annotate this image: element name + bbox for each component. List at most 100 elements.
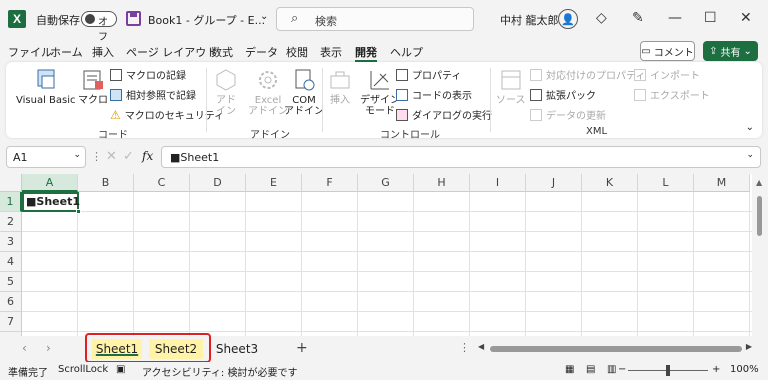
zoom-in-button[interactable]: +	[712, 364, 720, 375]
macro-record-icon[interactable]: ▣	[116, 364, 125, 375]
maximize-button[interactable]: ☐	[704, 10, 717, 26]
cancel-icon[interactable]: ✕	[106, 149, 117, 164]
tab-page-layout[interactable]: ページ レイアウト	[126, 44, 217, 60]
tab-review[interactable]: 校閲	[286, 44, 308, 60]
scroll-up-icon[interactable]: ▲	[756, 178, 762, 187]
row-header-3[interactable]: 3	[0, 232, 22, 252]
column-header-h[interactable]: H	[414, 174, 470, 192]
visual-basic-button[interactable]: Visual Basic	[16, 68, 76, 106]
collapse-ribbon-icon[interactable]: ⌄	[746, 122, 754, 133]
vertical-scrollbar[interactable]: ▲	[752, 174, 768, 336]
map-properties-button[interactable]: 対応付けのプロパティ	[530, 67, 645, 82]
excel-addin-button[interactable]: Excel アドイン	[248, 68, 288, 117]
com-addin-button[interactable]: COM アドイン	[284, 68, 324, 117]
excel-logo-icon: X	[8, 10, 26, 28]
fill-handle[interactable]	[76, 209, 81, 214]
properties-button[interactable]: プロパティ	[396, 67, 461, 82]
minimize-button[interactable]: —	[668, 10, 682, 26]
search-input[interactable]: ⌕ 検索	[276, 7, 474, 31]
select-all-button[interactable]	[0, 174, 22, 192]
zoom-level[interactable]: 100%	[730, 364, 759, 375]
gem-icon[interactable]: ◇	[596, 10, 607, 26]
column-header-k[interactable]: K	[582, 174, 638, 192]
accessibility-status[interactable]: アクセシビリティ: 検討が必要です	[142, 364, 297, 379]
column-header-g[interactable]: G	[358, 174, 414, 192]
row-header-7[interactable]: 7	[0, 312, 22, 332]
column-header-i[interactable]: I	[470, 174, 526, 192]
refresh-data-button[interactable]: データの更新	[530, 107, 606, 122]
column-header-a[interactable]: A	[22, 174, 78, 192]
status-bar: 準備完了 ScrollLock ▣ アクセシビリティ: 検討が必要です ▦ ▤ …	[0, 362, 768, 380]
row-header-4[interactable]: 4	[0, 252, 22, 272]
xml-source-button[interactable]: ソース	[496, 68, 526, 106]
more-icon[interactable]: ⋮	[91, 150, 102, 163]
pen-icon[interactable]: ✎	[632, 10, 644, 26]
row-header-6[interactable]: 6	[0, 292, 22, 312]
name-box[interactable]: A1 ⌄	[6, 146, 86, 168]
tab-insert[interactable]: 挿入	[92, 44, 114, 60]
save-icon[interactable]	[126, 11, 141, 26]
share-button[interactable]: ⇪ 共有 ⌄	[703, 41, 758, 61]
macro-button[interactable]: マクロ	[78, 68, 108, 106]
relative-reference-button[interactable]: 相対参照で記録	[110, 87, 196, 102]
horizontal-scrollbar[interactable]: ◀ ▶	[474, 342, 754, 355]
tab-developer[interactable]: 開発	[355, 44, 377, 62]
scroll-thumb[interactable]	[490, 346, 742, 352]
view-code-button[interactable]: コードの表示	[396, 87, 472, 102]
scroll-thumb[interactable]	[757, 196, 762, 236]
user-name[interactable]: 中村 龍太郎	[500, 12, 559, 28]
run-dialog-button[interactable]: ダイアログの実行	[396, 107, 492, 122]
macro-security-button[interactable]: ⚠ マクロのセキュリティ	[110, 107, 224, 123]
prev-sheet-icon[interactable]: ‹	[22, 341, 27, 355]
chevron-down-icon[interactable]: ⌄	[260, 11, 268, 22]
tab-home[interactable]: ホーム	[50, 44, 83, 60]
tab-help[interactable]: ヘルプ	[390, 44, 423, 60]
tab-formulas[interactable]: 数式	[211, 44, 233, 60]
formula-input[interactable]: ■Sheet1 ⌄	[161, 146, 761, 168]
next-sheet-icon[interactable]: ›	[46, 341, 51, 355]
grid-line	[525, 192, 526, 336]
tab-data[interactable]: データ	[245, 44, 278, 60]
addin-button[interactable]: アド イン	[214, 68, 238, 117]
column-header-j[interactable]: J	[526, 174, 582, 192]
column-header-m[interactable]: M	[694, 174, 750, 192]
tab-view[interactable]: 表示	[320, 44, 342, 60]
column-header-c[interactable]: C	[134, 174, 190, 192]
tab-file[interactable]: ファイル	[8, 44, 52, 60]
avatar[interactable]: 👤	[558, 9, 578, 29]
close-button[interactable]: ✕	[740, 10, 752, 26]
normal-view-icon[interactable]: ▦	[565, 364, 574, 375]
row-header-5[interactable]: 5	[0, 272, 22, 292]
zoom-slider-knob[interactable]	[666, 365, 670, 376]
row-header-2[interactable]: 2	[0, 212, 22, 232]
add-sheet-button[interactable]: +	[296, 340, 308, 356]
row-header-1[interactable]: 1	[0, 192, 22, 212]
import-button[interactable]: インポート	[634, 67, 700, 82]
scroll-left-icon[interactable]: ◀	[478, 342, 484, 351]
worksheet-grid[interactable]: ABCDEFGHIJKLM 12345678 ■Sheet1 ▲	[0, 174, 768, 336]
insert-control-button[interactable]: 挿入	[328, 68, 352, 106]
design-mode-button[interactable]: デザイン モード	[360, 68, 400, 117]
grid-line	[581, 192, 582, 336]
comment-icon: ▭	[641, 45, 651, 57]
zoom-out-button[interactable]: −	[618, 364, 626, 375]
column-header-l[interactable]: L	[638, 174, 694, 192]
expansion-packs-button[interactable]: 拡張パック	[530, 87, 596, 102]
document-title[interactable]: Book1 - グループ - E...	[148, 12, 265, 28]
insert-function-icon[interactable]: fx	[142, 149, 153, 163]
more-icon[interactable]: ⋮	[459, 341, 470, 354]
export-button[interactable]: エクスポート	[634, 87, 710, 102]
column-header-d[interactable]: D	[190, 174, 246, 192]
scroll-right-icon[interactable]: ▶	[746, 342, 752, 351]
column-header-e[interactable]: E	[246, 174, 302, 192]
page-layout-icon[interactable]: ▤	[586, 364, 595, 375]
enter-icon[interactable]: ✓	[123, 149, 134, 164]
comment-button[interactable]: ▭ コメント	[640, 41, 695, 61]
column-header-f[interactable]: F	[302, 174, 358, 192]
column-header-b[interactable]: B	[78, 174, 134, 192]
sheet-tab-sheet3[interactable]: Sheet3	[212, 339, 262, 359]
autosave-toggle[interactable]: オフ	[81, 11, 117, 43]
record-macro-button[interactable]: マクロの記録	[110, 67, 186, 82]
page-break-icon[interactable]: ▥	[607, 364, 616, 375]
expand-formula-icon[interactable]: ⌄	[746, 150, 754, 160]
